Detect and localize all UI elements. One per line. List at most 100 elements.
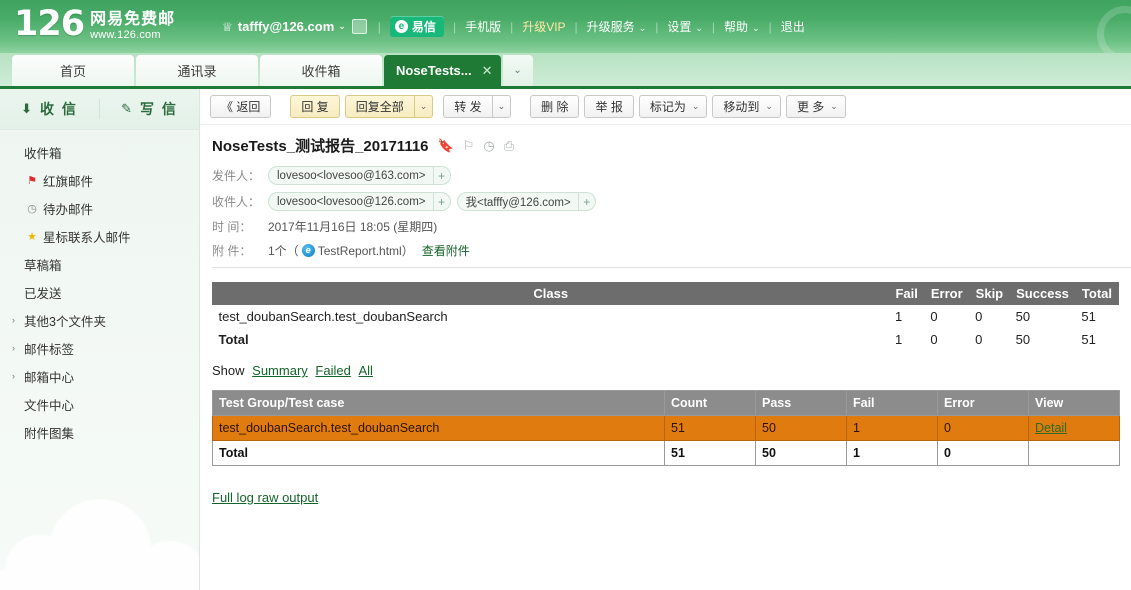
chevron-right-icon: › bbox=[12, 315, 15, 325]
delete-button[interactable]: 删 除 bbox=[530, 95, 580, 118]
detail-header-fail: Fail bbox=[846, 390, 938, 416]
reply-button[interactable]: 回 复 bbox=[290, 95, 340, 118]
logo-chinese-name: 网易免费邮 bbox=[90, 11, 176, 28]
attachment-paren-close: ） bbox=[401, 244, 414, 258]
attachment-count: 1个（ bbox=[268, 244, 299, 258]
tab-inbox[interactable]: 收件箱 bbox=[260, 55, 382, 86]
red-flag-icon: ⚑ bbox=[27, 174, 37, 187]
move-to-button[interactable]: 移动到 ⌄ bbox=[712, 95, 781, 118]
summary-cell-total: 51 bbox=[1081, 309, 1096, 324]
from-chip[interactable]: lovesoo<lovesoo@163.com> + bbox=[268, 166, 451, 185]
star-icon: ★ bbox=[27, 230, 37, 243]
sidebar-item-attachment-gallery[interactable]: 附件图集 bbox=[0, 418, 199, 446]
summary-total-skip: 0 bbox=[975, 332, 983, 347]
forward-button[interactable]: 转 发 bbox=[443, 95, 492, 118]
sidebar-item-inbox[interactable]: 收件箱 bbox=[0, 138, 199, 166]
nav-item-upgrade-vip[interactable]: 升级VIP bbox=[522, 18, 565, 35]
summary-cell-skip: 0 bbox=[975, 309, 983, 324]
mark-as-button[interactable]: 标记为 ⌄ bbox=[638, 95, 708, 118]
add-contact-icon[interactable]: + bbox=[432, 193, 450, 210]
add-contact-icon[interactable]: + bbox=[432, 167, 450, 184]
summary-cell-class: test_doubanSearch.test_doubanSearch bbox=[218, 309, 448, 324]
clock-icon: ◷ bbox=[27, 202, 37, 215]
show-label: Show bbox=[212, 363, 245, 378]
nav-separator: | bbox=[768, 19, 772, 34]
receive-mail-button[interactable]: ⬇ 收 信 bbox=[0, 99, 99, 119]
sidebar-item-starred-contacts[interactable]: ★ 星标联系人邮件 bbox=[0, 222, 199, 250]
header-nav: ♕ tafffy@126.com ⌄ | e 易信 | 手机版 | 升级VIP … bbox=[222, 0, 805, 53]
nav-item-upgrade-service[interactable]: 升级服务 ⌄ bbox=[587, 18, 647, 35]
report-spam-button[interactable]: 举 报 bbox=[584, 95, 634, 118]
full-log-raw-output-link[interactable]: Full log raw output bbox=[212, 490, 318, 505]
summary-total-total: 51 bbox=[1081, 332, 1096, 347]
nav-separator: | bbox=[452, 19, 457, 34]
detail-cell-name: test_doubanSearch.test_doubanSearch bbox=[212, 415, 665, 441]
view-attachment-link[interactable]: 查看附件 bbox=[422, 242, 470, 259]
chevron-down-icon: ⌄ bbox=[691, 101, 700, 111]
sidebar-item-other-folders[interactable]: › 其他3个文件夹 bbox=[0, 306, 199, 334]
compose-mail-icon: ✎ bbox=[121, 101, 134, 116]
close-icon[interactable]: ✕ bbox=[482, 63, 493, 79]
to-address: lovesoo<lovesoo@126.com> bbox=[277, 195, 426, 208]
nav-separator: | bbox=[655, 19, 659, 34]
yixin-button[interactable]: e 易信 bbox=[389, 16, 444, 37]
time-label: 时 间： bbox=[212, 220, 252, 234]
sidebar-item-mail-center[interactable]: › 邮箱中心 bbox=[0, 362, 199, 390]
tab-contacts[interactable]: 通讯录 bbox=[136, 55, 258, 86]
attachment-filename[interactable]: TestReport.html bbox=[318, 244, 402, 258]
more-button[interactable]: 更 多 ⌄ bbox=[785, 95, 846, 118]
logo-url: www.126.com bbox=[90, 29, 161, 41]
nav-item-help[interactable]: 帮助 ⌄ bbox=[724, 18, 760, 35]
nav-separator: | bbox=[510, 19, 514, 34]
sidebar-item-label: 附件图集 bbox=[24, 426, 75, 441]
sidebar-item-red-flag[interactable]: ⚑ 红旗邮件 bbox=[0, 166, 199, 194]
summary-total-label: Total bbox=[218, 332, 249, 347]
detail-cell-fail: 1 bbox=[846, 415, 938, 441]
print-icon[interactable]: ⎙ bbox=[504, 138, 514, 154]
tab-label: NoseTests... bbox=[396, 63, 472, 78]
table-row[interactable]: test_doubanSearch.test_doubanSearch 51 5… bbox=[212, 415, 1120, 441]
account-menu[interactable]: ♕ tafffy@126.com ⌄ bbox=[222, 19, 346, 34]
sidebar-item-mail-tags[interactable]: › 邮件标签 bbox=[0, 334, 199, 362]
brand-logo[interactable]: 126 网易免费邮 www.126.com bbox=[14, 4, 175, 44]
nav-item-mobile[interactable]: 手机版 bbox=[465, 18, 501, 35]
to-chip[interactable]: 我<tafffy@126.com> + bbox=[456, 192, 596, 211]
chevron-down-icon: ⌄ bbox=[765, 101, 773, 111]
mail-to-row: 收件人： lovesoo<lovesoo@126.com> + 我<tafffy… bbox=[212, 192, 1131, 211]
add-contact-icon[interactable]: + bbox=[577, 193, 595, 210]
crown-icon: ♕ bbox=[222, 19, 233, 34]
detail-link[interactable]: Detail bbox=[1035, 421, 1067, 435]
nav-item-settings[interactable]: 设置 ⌄ bbox=[667, 18, 703, 35]
back-button[interactable]: 《 返回 bbox=[210, 95, 272, 118]
chevron-down-icon[interactable]: ⌄ bbox=[502, 55, 533, 86]
mail-icon[interactable] bbox=[351, 19, 367, 34]
sidebar-item-drafts[interactable]: 草稿箱 bbox=[0, 250, 199, 278]
bookmark-icon[interactable]: 🔖 bbox=[438, 138, 454, 154]
forward-dropdown-icon[interactable]: ⌄ bbox=[491, 95, 512, 118]
show-link-all[interactable]: All bbox=[358, 363, 372, 378]
detail-header-view: View bbox=[1028, 390, 1120, 416]
nav-item-logout[interactable]: 退出 bbox=[781, 18, 805, 35]
chevron-right-icon: › bbox=[12, 343, 15, 353]
compose-mail-label: 写 信 bbox=[140, 101, 178, 117]
clock-icon[interactable]: ◷ bbox=[483, 138, 494, 154]
show-link-failed[interactable]: Failed bbox=[315, 363, 350, 378]
sidebar-item-label: 收件箱 bbox=[24, 146, 62, 161]
compose-mail-button[interactable]: ✎ 写 信 bbox=[99, 99, 199, 119]
detail-cell-view[interactable]: Detail bbox=[1028, 415, 1120, 441]
sidebar-item-todo[interactable]: ◷ 待办邮件 bbox=[0, 194, 199, 222]
reply-all-dropdown-icon[interactable]: ⌄ bbox=[413, 95, 434, 118]
detail-header-testgroup: Test Group/Test case bbox=[212, 390, 665, 416]
to-chip[interactable]: lovesoo<lovesoo@126.com> + bbox=[268, 192, 451, 211]
detail-header-count: Count bbox=[664, 390, 756, 416]
sidebar-item-file-center[interactable]: 文件中心 bbox=[0, 390, 199, 418]
sidebar-item-sent[interactable]: 已发送 bbox=[0, 278, 199, 306]
summary-cell-success: 50 bbox=[1015, 309, 1031, 324]
tab-nosetests[interactable]: NoseTests... ✕ bbox=[384, 55, 501, 86]
toolbar-group-reply: 回 复 回复全部 ⌄ 转 发 ⌄ bbox=[290, 95, 516, 118]
reply-all-button[interactable]: 回复全部 bbox=[344, 95, 414, 118]
flag-icon[interactable]: ⚐ bbox=[463, 138, 475, 154]
show-link-summary[interactable]: Summary bbox=[252, 363, 308, 378]
summary-total-error: 0 bbox=[930, 332, 938, 347]
tab-home[interactable]: 首页 bbox=[12, 55, 134, 86]
